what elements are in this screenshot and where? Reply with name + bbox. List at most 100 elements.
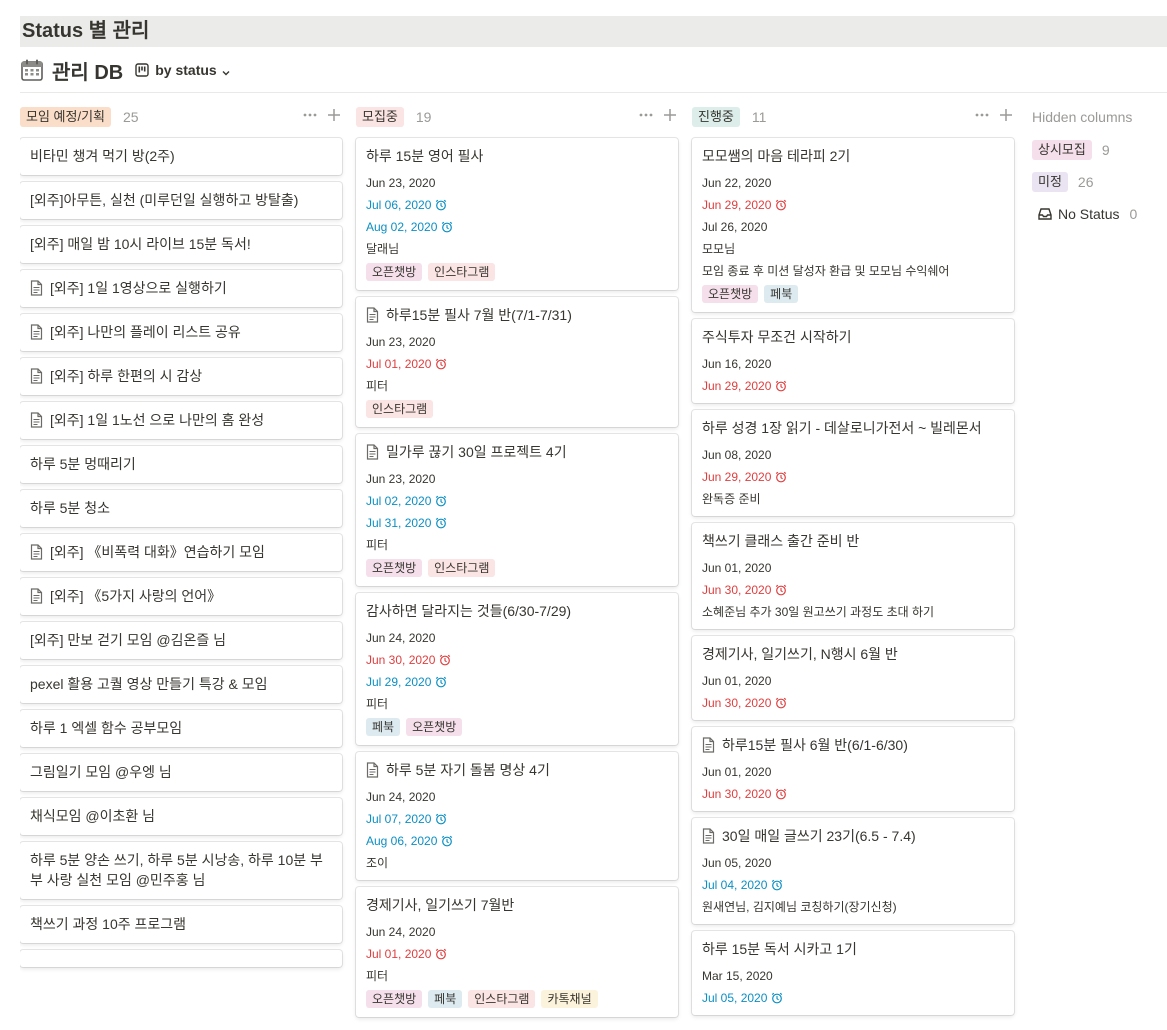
page-icon xyxy=(702,737,715,753)
property-value: 모임 종료 후 미션 달성자 환급 및 모모님 수익쉐어 xyxy=(702,264,950,278)
board-card[interactable]: 하루15분 필사 7월 반(7/1-7/31) Jun 23, 2020 Jul 0… xyxy=(356,297,678,427)
board-card[interactable]: [외주] 1일 1영상으로 실행하기 xyxy=(20,270,342,307)
board-card[interactable]: 비타민 챙겨 먹기 방(2주) xyxy=(20,138,342,175)
board-column: 진행중 11 모모쌤의 마음 테라피 2기 Jun 22, 2020 Jun 29, 2… xyxy=(692,104,1014,1022)
card-property: Jul 29, 2020 xyxy=(366,674,668,690)
status-pill[interactable]: 진행중 xyxy=(692,107,740,127)
page-icon xyxy=(30,588,43,604)
inbox-icon xyxy=(1038,207,1052,221)
card-title-text: 채식모임 @이초환 님 xyxy=(30,808,156,824)
board-card[interactable]: 감사하면 달라지는 것들(6/30-7/29) Jun 24, 2020 Jun 3… xyxy=(356,593,678,745)
board-card[interactable] xyxy=(20,950,342,967)
board-card[interactable]: 30일 매일 글쓰기 23기(6.5 - 7.4) Jun 05, 2020 Jul… xyxy=(692,818,1014,924)
column-count: 9 xyxy=(1101,142,1110,158)
board-card[interactable]: 채식모임 @이초환 님 xyxy=(20,798,342,835)
card-property: Jun 01, 2020 xyxy=(702,673,1004,689)
card-title-text: [외주] 1일 1영상으로 실행하기 xyxy=(50,280,227,296)
property-value: 달래님 xyxy=(366,242,400,256)
board-card[interactable]: 하루 성경 1장 읽기 - 데살로니가전서 ~ 빌레몬서 Jun 08, 2020… xyxy=(692,410,1014,516)
hidden-column-no-status[interactable]: No Status 0 xyxy=(1032,202,1167,226)
tag: 오픈챗방 xyxy=(702,285,759,303)
board-card[interactable]: [외주] 매일 밤 10시 라이브 15분 독서! xyxy=(20,226,342,263)
card-property: Jul 31, 2020 xyxy=(366,515,668,531)
property-value: Jun 29, 2020 xyxy=(702,379,772,393)
board-card[interactable]: 경제기사, 일기쓰기, N행시 6월 반 Jun 01, 2020 Jun 30, … xyxy=(692,636,1014,720)
more-options-icon[interactable] xyxy=(638,107,654,123)
card-title: 하루 5분 청소 xyxy=(30,498,332,518)
board-card[interactable]: 책쓰기 과정 10주 프로그램 xyxy=(20,906,342,943)
board-card[interactable]: 모모쌤의 마음 테라피 2기 Jun 22, 2020 Jun 29, 2020 Ju… xyxy=(692,138,1014,312)
card-title: 비타민 챙겨 먹기 방(2주) xyxy=(30,146,332,166)
board-card[interactable]: pexel 활용 고퀄 영상 만들기 특강 & 모임 xyxy=(20,666,342,703)
card-property: 피터 xyxy=(366,696,668,712)
board-card[interactable]: 주식투자 무조건 시작하기 Jun 16, 2020 Jun 29, 2020 xyxy=(692,319,1014,403)
view-selector[interactable]: by status xyxy=(135,62,230,78)
add-card-icon[interactable] xyxy=(998,107,1014,123)
board-column: 모임 예정/기획 25 비타민 챙겨 먹기 방(2주) [외주]아무튼, 실천 (미루… xyxy=(20,104,342,974)
add-card-icon[interactable] xyxy=(662,107,678,123)
card-title-text: 하루15분 필사 6월 반(6/1-6/30) xyxy=(722,737,908,753)
board-card[interactable]: 밀가루 끊기 30일 프로젝트 4기 Jun 23, 2020 Jul 02, 20… xyxy=(356,434,678,586)
card-title-text: 경제기사, 일기쓰기, N행시 6월 반 xyxy=(702,646,898,662)
tag: 페북 xyxy=(764,285,799,303)
status-pill[interactable]: 모집중 xyxy=(356,107,404,127)
card-title-text: 책쓰기 과정 10주 프로그램 xyxy=(30,916,187,932)
board-card[interactable]: 하루 1 엑셀 함수 공부모임 xyxy=(20,710,342,747)
tag-list: 오픈챗방 페북 인스타그램 카톡채널 xyxy=(366,990,668,1008)
hidden-column-undecided[interactable]: 미정 26 xyxy=(1032,170,1167,194)
column-actions xyxy=(966,107,1014,123)
more-options-icon[interactable] xyxy=(974,107,990,123)
card-property: 피터 xyxy=(366,968,668,984)
column-header: 모집중 19 xyxy=(356,104,678,130)
property-value: Jun 22, 2020 xyxy=(702,176,772,190)
board-card[interactable]: 하루 15분 독서 시카고 1기 Mar 15, 2020 Jul 05, 2020 xyxy=(692,931,1014,1015)
card-title-text: 하루 15분 영어 필사 xyxy=(366,148,484,164)
board-card[interactable]: [외주] 1일 1노선 으로 나만의 홈 완성 xyxy=(20,402,342,439)
page-icon xyxy=(30,368,43,384)
board-card[interactable]: [외주] 《5가지 사랑의 언어》 xyxy=(20,578,342,615)
tag: 카톡채널 xyxy=(541,990,598,1008)
board-card[interactable]: 하루15분 필사 6월 반(6/1-6/30) Jun 01, 2020 Jun 3… xyxy=(692,727,1014,811)
alarm-clock-icon xyxy=(775,584,787,596)
card-title-text: 밀가루 끊기 30일 프로젝트 4기 xyxy=(386,444,567,460)
alarm-clock-icon xyxy=(775,697,787,709)
card-property: Jun 05, 2020 xyxy=(702,855,1004,871)
alarm-clock-icon xyxy=(775,788,787,800)
board-card[interactable]: [외주]아무튼, 실천 (미루던일 실행하고 방탈출) xyxy=(20,182,342,219)
add-card-icon[interactable] xyxy=(326,107,342,123)
board-card[interactable]: 그림일기 모임 @우엥 님 xyxy=(20,754,342,791)
database-title[interactable]: 관리 DB xyxy=(52,56,123,85)
board-card[interactable]: [외주] 나만의 플레이 리스트 공유 xyxy=(20,314,342,351)
alarm-clock-icon xyxy=(435,676,447,688)
card-title: [외주] 만보 걷기 모임 @김온즐 님 xyxy=(30,630,332,650)
board-card[interactable]: 하루 5분 청소 xyxy=(20,490,342,527)
card-title: 경제기사, 일기쓰기, N행시 6월 반 xyxy=(702,644,1004,664)
card-title: 하루 5분 자기 돌봄 명상 4기 xyxy=(366,760,668,780)
card-title-text: 하루 5분 양손 쓰기, 하루 5분 시낭송, 하루 10분 부부 사랑 실천 … xyxy=(30,852,323,888)
property-value: Jun 24, 2020 xyxy=(366,631,436,645)
board-card[interactable]: 하루 5분 멍때리기 xyxy=(20,446,342,483)
tag-list: 오픈챗방 인스타그램 xyxy=(366,559,668,577)
board-card[interactable]: 하루 15분 영어 필사 Jun 23, 2020 Jul 06, 2020 Aug … xyxy=(356,138,678,290)
card-property: 조이 xyxy=(366,855,668,871)
card-title-text: 하루 15분 독서 시카고 1기 xyxy=(702,941,857,957)
board-card[interactable]: [외주] 만보 걷기 모임 @김온즐 님 xyxy=(20,622,342,659)
status-pill: 상시모집 xyxy=(1032,140,1092,160)
card-property: Jun 30, 2020 xyxy=(702,582,1004,598)
board-card[interactable]: 책쓰기 클래스 출간 준비 반 Jun 01, 2020 Jun 30, 2020 소… xyxy=(692,523,1014,629)
card-property: Jun 01, 2020 xyxy=(702,764,1004,780)
status-pill[interactable]: 모임 예정/기획 xyxy=(20,107,111,127)
tag: 페북 xyxy=(428,990,463,1008)
card-title: 모모쌤의 마음 테라피 2기 xyxy=(702,146,1004,166)
board-card[interactable]: [외주] 하루 한편의 시 감상 xyxy=(20,358,342,395)
board-card[interactable]: 경제기사, 일기쓰기 7월반 Jun 24, 2020 Jul 01, 2020 피터… xyxy=(356,887,678,1017)
hidden-column-always[interactable]: 상시모집 9 xyxy=(1032,138,1167,162)
board-card[interactable]: 하루 5분 양손 쓰기, 하루 5분 시낭송, 하루 10분 부부 사랑 실천 … xyxy=(20,842,342,899)
more-options-icon[interactable] xyxy=(302,107,318,123)
page-title: Status 별 관리 xyxy=(20,16,1167,47)
property-value: Jul 07, 2020 xyxy=(366,812,432,826)
no-status-label: No Status xyxy=(1058,206,1120,222)
tag: 인스타그램 xyxy=(366,400,434,418)
board-card[interactable]: [외주] 《비폭력 대화》연습하기 모임 xyxy=(20,534,342,571)
board-card[interactable]: 하루 5분 자기 돌봄 명상 4기 Jun 24, 2020 Jul 07, 202… xyxy=(356,752,678,880)
